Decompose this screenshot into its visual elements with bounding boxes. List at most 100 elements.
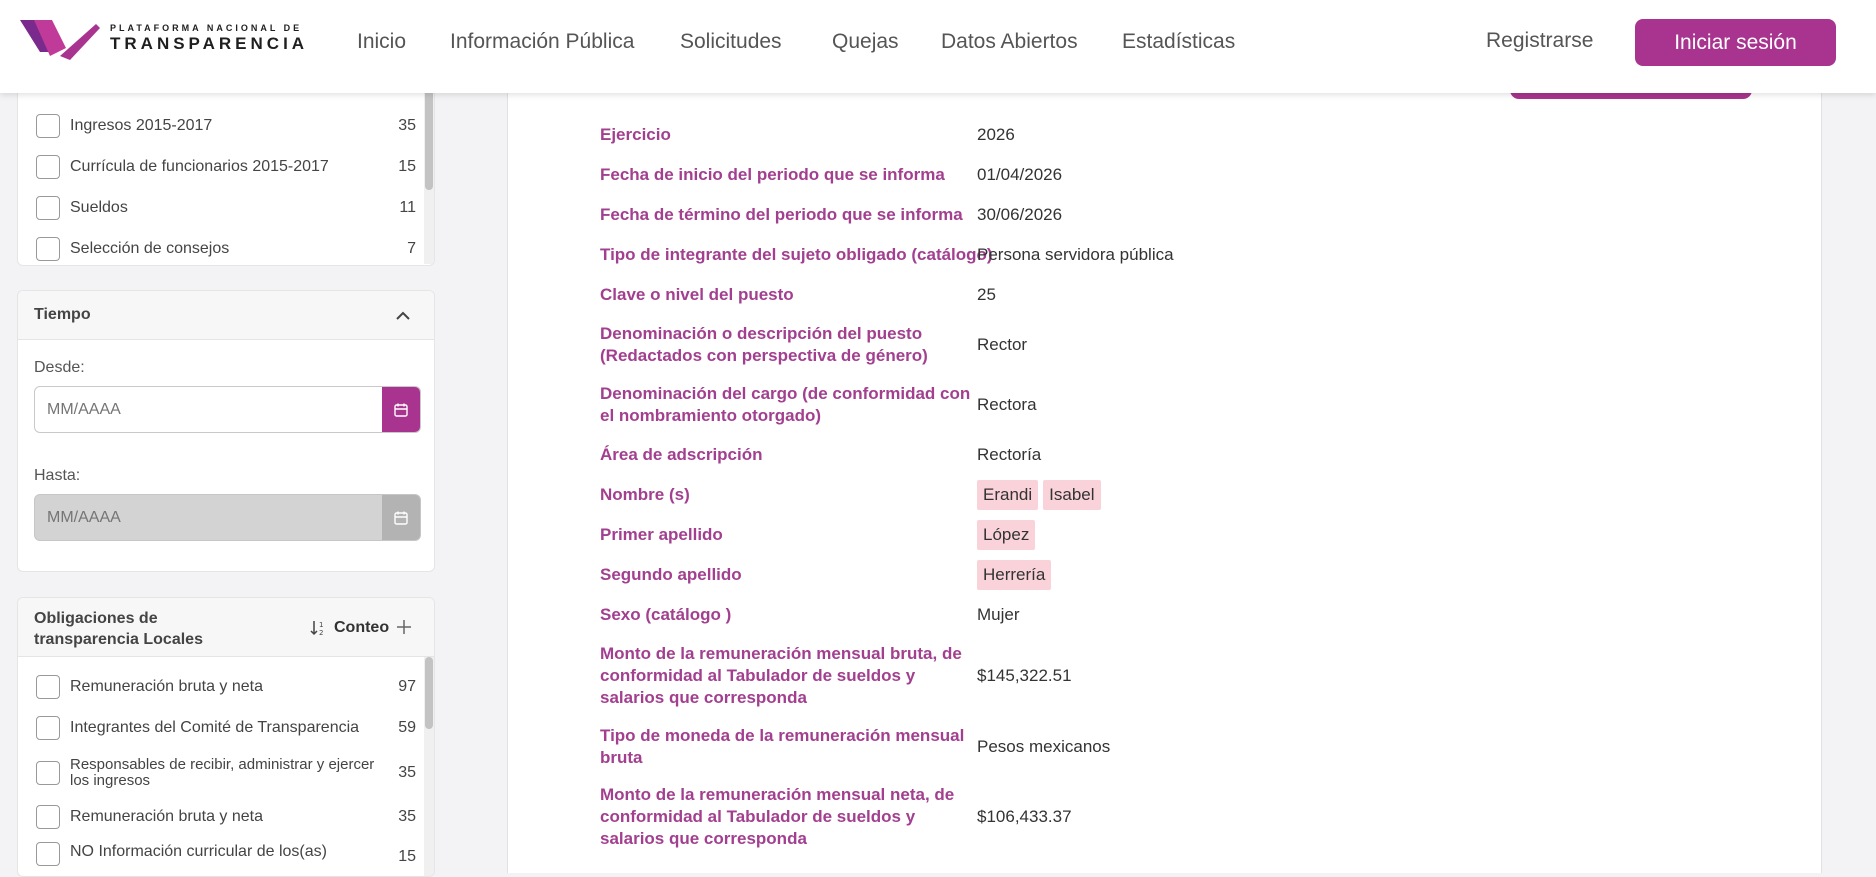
field-label: Denominación del cargo (de conformidad c… [600,384,971,425]
nav-informacion-publica[interactable]: Información Pública [450,30,634,54]
checkbox[interactable] [36,675,60,699]
filter-count: 15 [398,848,416,865]
field-label: Denominación o descripción del puesto (R… [600,324,928,365]
filter-label: Sueldos [70,198,128,216]
checkbox[interactable] [36,155,60,179]
chevron-up-icon[interactable] [394,307,412,325]
field-row: Área de adscripción Rectoría [600,443,1500,467]
field-value: $106,433.37 [977,807,1072,826]
field-label: Ejercicio [600,125,671,144]
desde-date-field[interactable] [34,386,421,433]
login-button[interactable]: Iniciar sesión [1635,19,1836,66]
field-value: Rectora [977,395,1037,414]
field-value: Pesos mexicanos [977,737,1111,756]
field-value: 2026 [977,125,1015,144]
desde-calendar-button[interactable] [382,387,420,432]
sort-icon[interactable]: 1 2 [309,619,327,637]
field-label: Tipo de moneda de la remuneración mensua… [600,726,965,767]
highlight-chip: Isabel [1043,480,1101,510]
field-value: Rector [977,335,1028,354]
field-value: $145,322.51 [977,666,1072,685]
hasta-date-field [34,494,421,541]
desde-label: Desde: [34,359,85,376]
nav-estadisticas[interactable]: Estadísticas [1122,30,1235,54]
field-label: Clave o nivel del puesto [600,285,794,304]
checkbox[interactable] [36,842,60,866]
filter-count: 35 [398,117,416,134]
list-item[interactable]: Integrantes del Comité de Transparencia … [36,715,416,741]
checkbox[interactable] [36,114,60,138]
field-value: 25 [977,285,996,304]
list-item[interactable]: Remuneración bruta y neta 35 [36,804,416,830]
field-label: Primer apellido [600,525,723,544]
filter-label: NO Información curricular de los(as) [70,843,327,860]
filter-label: Ingresos 2015-2017 [70,116,213,134]
field-row: Ejercicio 2026 [600,123,1500,147]
filter-count: 59 [398,719,416,736]
field-value: 30/06/2026 [977,205,1063,224]
tiempo-header[interactable]: Tiempo [18,291,434,340]
filter-count: 11 [399,199,416,216]
field-row: Segundo apellido Herrería [600,558,1500,592]
checkbox[interactable] [36,196,60,220]
checkbox[interactable] [36,716,60,740]
platform-logo[interactable]: PLATAFORMA NACIONAL DE TRANSPARENCIA [20,16,310,60]
nav-inicio[interactable]: Inicio [357,30,406,54]
obligaciones-header: Obligaciones de transparencia Locales 1 … [18,598,434,657]
register-link[interactable]: Registrarse [1486,29,1593,53]
filter-label: Responsables de recibir, administrar y e… [70,756,375,789]
field-label: Tipo de integrante del sujeto obligado (… [600,245,993,264]
plus-icon[interactable] [395,618,413,636]
checkbox[interactable] [36,761,60,785]
field-row: Fecha de término del periodo que se info… [600,203,1500,227]
logo-line2: TRANSPARENCIA [110,34,309,53]
field-row: Nombre (s) Erandi Isabel [600,478,1500,512]
field-label: Área de adscripción [600,445,763,464]
field-row: Sexo (catálogo ) Mujer [600,603,1500,627]
scrollbar-thumb[interactable] [425,657,433,729]
list-item[interactable]: NO Información curricular de los(as) 15 [36,842,416,868]
field-label: Fecha de inicio del periodo que se infor… [600,165,945,184]
list-item[interactable]: Remuneración bruta y neta 97 [36,674,416,700]
hasta-input [35,495,382,540]
field-label: Monto de la remuneración mensual neta, d… [600,785,955,848]
filter-count: 15 [398,158,416,175]
field-row: Primer apellido López [600,518,1500,552]
field-value: Persona servidora pública [977,245,1174,264]
filter-count: 7 [407,240,416,257]
list-item[interactable]: Responsables de recibir, administrar y e… [36,756,416,790]
field-row: Tipo de integrante del sujeto obligado (… [600,243,1500,267]
scrollbar[interactable] [424,657,434,876]
field-label: Nombre (s) [600,485,690,504]
field-row: Tipo de moneda de la remuneración mensua… [600,724,1500,770]
sort-label[interactable]: Conteo [334,619,389,637]
transparencia-logo-icon [20,20,100,60]
calendar-icon [394,511,408,525]
field-row: Monto de la remuneración mensual bruta, … [600,643,1500,709]
filter-label: Remuneración bruta y neta [70,677,263,695]
calendar-icon [394,403,408,417]
highlight-chip: Erandi [977,480,1039,510]
filter-label: Integrantes del Comité de Transparencia [70,718,360,736]
top-navbar: PLATAFORMA NACIONAL DE TRANSPARENCIA Ini… [0,0,1876,93]
filter-label: Remuneración bruta y neta [70,807,263,825]
nav-quejas[interactable]: Quejas [832,30,899,54]
list-item[interactable]: Sueldos 11 [36,195,416,221]
field-value: Rectoría [977,445,1042,464]
highlight-chip: Herrería [977,560,1052,590]
field-row: Monto de la remuneración mensual neta, d… [600,784,1500,850]
hasta-calendar-button [382,495,420,540]
list-item[interactable]: Ingresos 2015-2017 35 [36,113,416,139]
field-value: López [977,520,1036,550]
checkbox[interactable] [36,237,60,261]
checkbox[interactable] [36,805,60,829]
desde-input[interactable] [35,387,382,432]
nav-datos-abiertos[interactable]: Datos Abiertos [941,30,1078,54]
filter-label: Selección de consejos [70,239,230,257]
list-item[interactable]: Selección de consejos 7 [36,236,416,262]
field-row: Clave o nivel del puesto 25 [600,283,1500,307]
list-item[interactable]: Currícula de funcionarios 2015-2017 15 [36,154,416,180]
nav-solicitudes[interactable]: Solicitudes [680,30,782,54]
field-row: Fecha de inicio del periodo que se infor… [600,163,1500,187]
tiempo-title: Tiempo [34,306,91,323]
